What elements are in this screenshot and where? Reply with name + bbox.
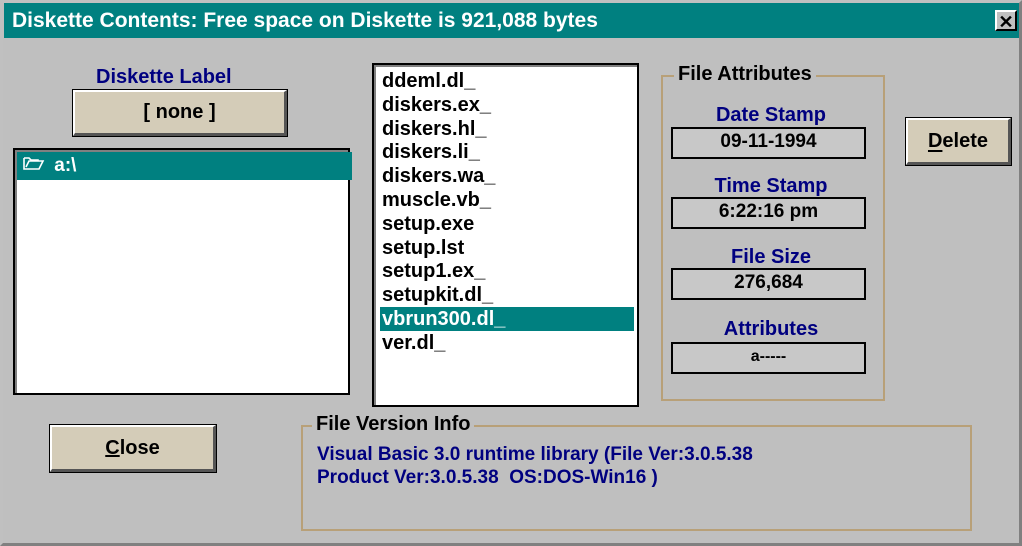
file-list-item[interactable]: diskers.li_: [380, 140, 634, 164]
time-stamp-value: 6:22:16 pm: [671, 197, 866, 229]
window-close-button[interactable]: ✕: [995, 10, 1017, 32]
file-list-item[interactable]: vbrun300.dl_: [380, 306, 634, 331]
file-list-item[interactable]: diskers.wa_: [380, 164, 634, 188]
file-list-item[interactable]: diskers.ex_: [380, 93, 634, 117]
file-version-info-group: Visual Basic 3.0 runtime library (File V…: [301, 425, 972, 531]
title-bar[interactable]: Diskette Contents: Free space on Diskett…: [4, 3, 1019, 38]
close-button-label: Close: [105, 437, 160, 459]
file-list-item[interactable]: setup.exe: [380, 212, 634, 236]
file-version-info-title: File Version Info: [312, 413, 475, 436]
file-list-item[interactable]: diskers.hl_: [380, 117, 634, 141]
directory-item[interactable]: a:\: [17, 152, 352, 180]
close-icon: ✕: [998, 12, 1014, 32]
date-stamp-value: 09-11-1994: [671, 127, 866, 159]
version-info-text: Visual Basic 3.0 runtime library (File V…: [317, 443, 753, 489]
file-list-item[interactable]: setup.lst: [380, 236, 634, 260]
file-list-item[interactable]: muscle.vb_: [380, 188, 634, 212]
delete-button-label: Delete: [927, 130, 989, 152]
attributes-label: Attributes: [723, 318, 819, 340]
file-attributes-title: File Attributes: [674, 63, 816, 86]
window-title: Diskette Contents: Free space on Diskett…: [12, 9, 598, 32]
diskette-label-button[interactable]: [ none ]: [72, 89, 288, 137]
version-info-line1: Visual Basic 3.0 runtime library (File V…: [317, 444, 753, 465]
file-size-value: 276,684: [671, 268, 866, 300]
diskette-label-heading: Diskette Label: [96, 66, 232, 88]
version-info-line2: Product Ver:3.0.5.38 OS:DOS-Win16 ): [317, 467, 658, 488]
file-list[interactable]: ddeml.dl_ diskers.ex_ diskers.hl_ diskers.l…: [372, 63, 639, 407]
file-list-item[interactable]: ver.dl_: [380, 331, 634, 355]
time-stamp-label: Time Stamp: [714, 175, 828, 197]
directory-list[interactable]: a:\: [13, 148, 352, 395]
file-list-item[interactable]: ddeml.dl_: [380, 69, 634, 93]
delete-button[interactable]: Delete: [905, 117, 1012, 166]
file-size-label: File Size: [730, 246, 812, 268]
diskette-label-value: [ none ]: [143, 101, 216, 123]
file-list-item[interactable]: setup1.ex_: [380, 259, 634, 283]
date-stamp-label: Date Stamp: [715, 104, 827, 126]
file-list-item[interactable]: setupkit.dl_: [380, 283, 634, 307]
directory-item-label: a:\: [54, 155, 77, 177]
open-folder-icon: [23, 152, 45, 180]
attributes-value: a-----: [671, 342, 866, 374]
close-button[interactable]: Close: [49, 424, 217, 473]
